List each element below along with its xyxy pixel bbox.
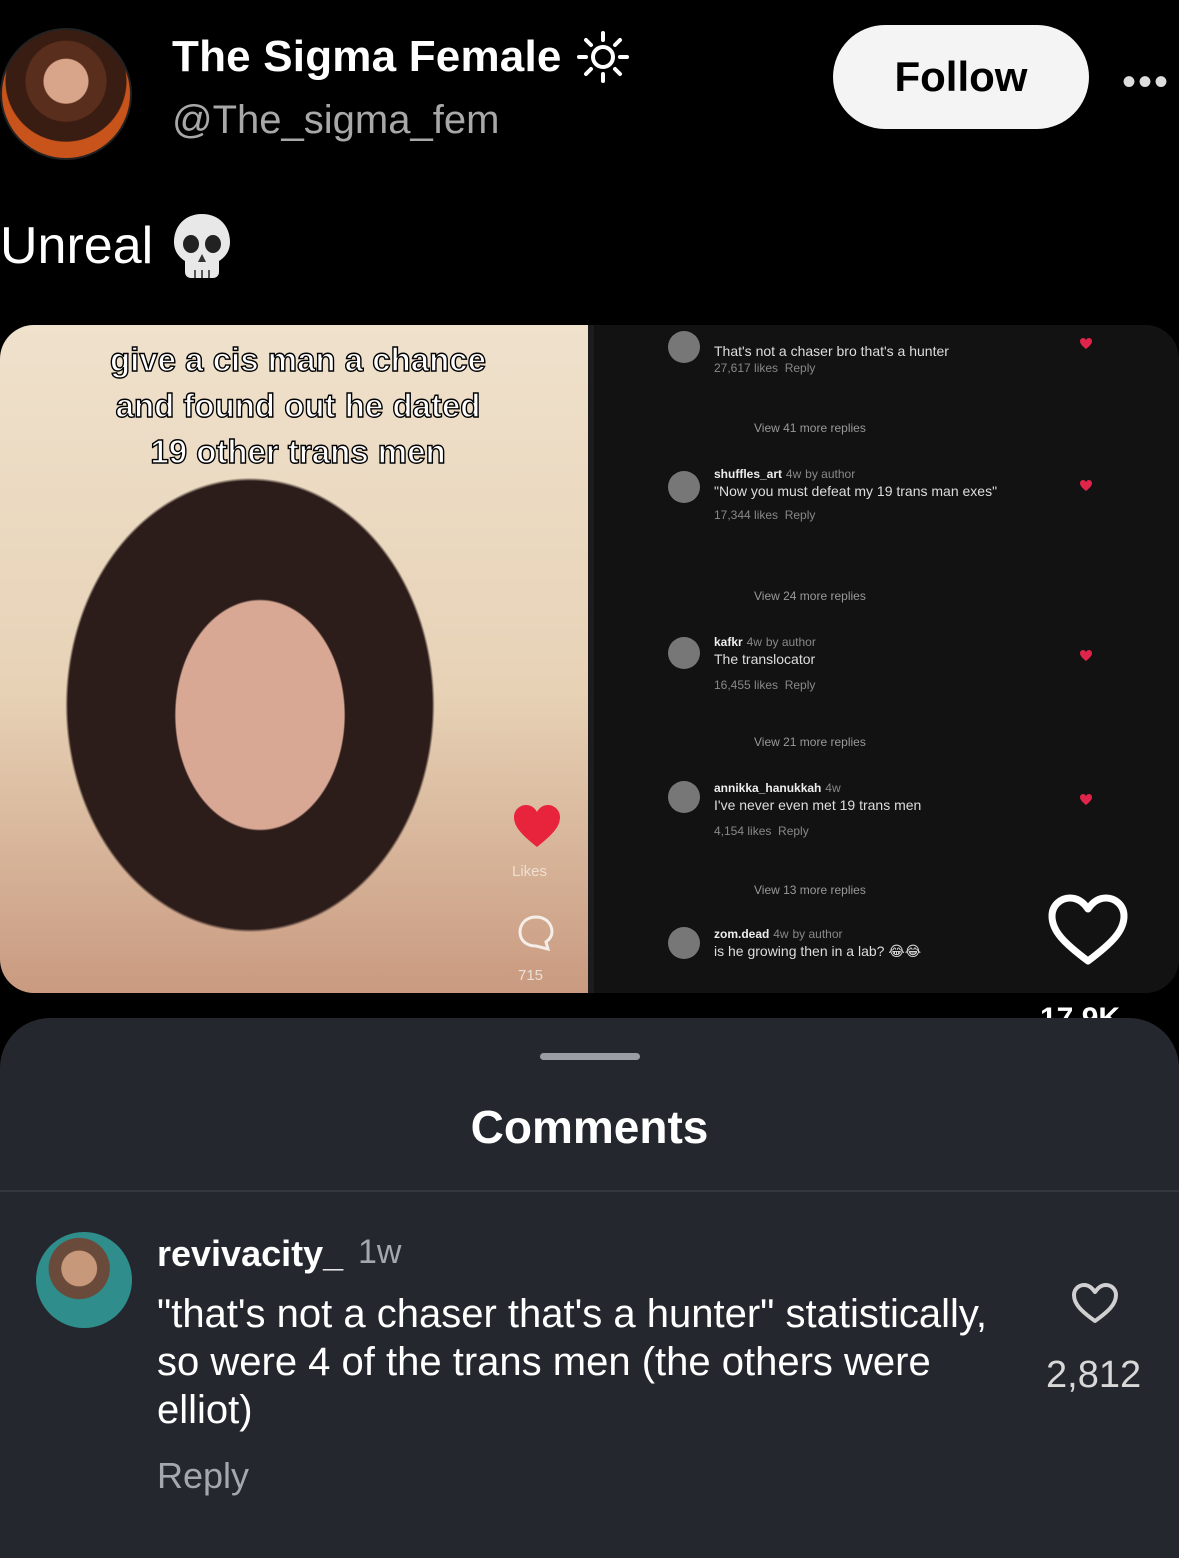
display-name[interactable]: The Sigma Female [172,30,630,84]
embedded-comment-reply: Reply [784,508,816,522]
embedded-comment-age: 4w [773,927,789,941]
by-author-badge: by author [805,467,856,481]
comment-text: "that's not a chaser that's a hunter" st… [157,1292,987,1432]
embedded-comment-age: 4w [825,781,841,795]
heart-icon [1080,794,1092,805]
caption-line: and found out he dated [115,386,481,425]
view-more-replies: View 13 more replies [754,883,866,897]
heart-icon [1080,338,1092,349]
comment-like-count: 2,812 [1046,1354,1142,1396]
reply-button[interactable]: Reply [157,1455,249,1497]
comment-like-heart-icon[interactable] [1070,1281,1120,1325]
heart-icon [514,805,560,847]
commenter-avatar[interactable] [36,1232,132,1328]
sheet-title: Comments [470,1101,709,1153]
embedded-comment-user: shuffles_art [714,467,783,481]
embedded-comment-user: annikka_hanukkah [714,781,822,795]
divider [0,1190,1179,1192]
display-name-text: The Sigma Female [172,32,562,81]
commenter-avatar [668,637,700,669]
likes-label: Likes [512,863,548,880]
embedded-comment: shuffles_art 4w by author "Now you must … [714,465,1144,523]
embedded-comment-likes: 27,617 likes [714,360,779,375]
embedded-comment-user: kafkr [714,635,743,649]
commenter-avatar [668,331,700,363]
post-text: Unreal [0,212,233,280]
by-author-badge: by author [792,927,843,941]
embedded-comment-age: 4w [785,467,802,481]
like-heart-icon[interactable] [1046,893,1130,967]
skull-icon [174,214,231,278]
embedded-comment-reply: Reply [784,360,816,375]
embedded-comment-likes: 17,344 likes [714,508,779,522]
embedded-comment: kafkr 4w by author The translocator 16,4… [714,633,1144,693]
commenter-avatar [668,781,700,813]
post-media[interactable]: give a cis man a chance and found out he… [0,325,1179,993]
sheet-grab-handle[interactable] [540,1053,640,1060]
user-handle[interactable]: @The_sigma_fem [172,98,499,143]
view-more-replies: View 24 more replies [754,589,866,603]
embedded-comment-likes: 4,154 likes [714,824,772,838]
embedded-comment-user: zom.dead [714,927,770,941]
comment-username[interactable]: revivacity_ [157,1233,343,1275]
embedded-comment: annikka_hanukkah 4w I've never even met … [714,779,1144,839]
embedded-comment-likes: 16,455 likes [714,678,779,692]
heart-icon [1080,650,1092,661]
commenter-avatar [668,927,700,959]
image-caption: give a cis man a chance and found out he… [38,337,558,476]
embedded-comment-age: 4w [746,635,762,649]
post-text-content: Unreal [0,217,154,275]
comment-timestamp: 1w [358,1233,402,1271]
more-options-icon[interactable]: ••• [1122,60,1170,105]
embedded-comment-reply: Reply [778,824,809,838]
sun-icon [576,31,629,83]
embedded-comment-reply: Reply [784,678,816,692]
comment-count: 715 [518,967,544,984]
view-more-replies: View 21 more replies [754,735,866,749]
view-more-replies: View 41 more replies [754,421,866,435]
follow-button[interactable]: Follow [833,25,1089,129]
commenter-avatar [668,471,700,503]
by-author-badge: by author [765,635,816,649]
caption-line: 19 other trans men [150,433,447,471]
comment-icon [518,915,554,952]
avatar[interactable] [0,28,132,160]
tiktok-video-frame: give a cis man a chance and found out he… [0,325,588,993]
caption-line: give a cis man a chance [109,340,487,378]
heart-icon [1080,480,1092,491]
